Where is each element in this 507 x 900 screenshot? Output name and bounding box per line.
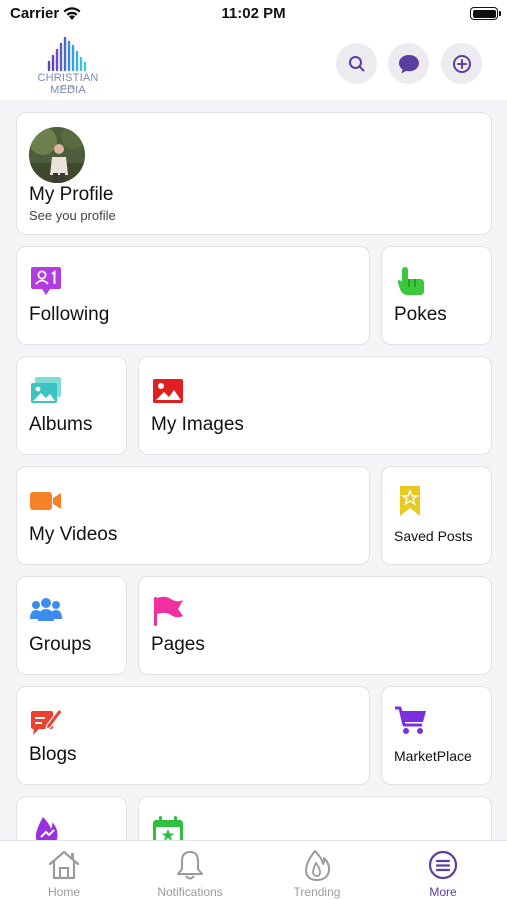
pokes-card[interactable]: Pokes	[381, 246, 492, 345]
events-card[interactable]	[138, 796, 492, 840]
groups-icon	[30, 598, 62, 621]
add-button[interactable]	[441, 43, 482, 84]
tab-home-label: Home	[47, 885, 80, 899]
blogs-label: Blogs	[29, 744, 77, 765]
profile-name: My Profile	[29, 184, 114, 205]
marketplace-label: MarketPlace	[394, 748, 472, 764]
pages-label: Pages	[151, 634, 205, 655]
my-images-label: My Images	[151, 414, 244, 435]
my-images-card[interactable]: My Images	[138, 356, 492, 455]
tab-more-label: More	[429, 885, 457, 899]
flame-icon	[305, 850, 331, 881]
bell-icon	[177, 851, 203, 880]
app-logo[interactable]: CHRISTIAN MEDIA CLUB	[18, 34, 118, 96]
blogs-card[interactable]: Blogs	[16, 686, 370, 785]
logo-bars-icon	[47, 36, 87, 72]
flame-purple-icon	[35, 817, 58, 840]
pages-card[interactable]: Pages	[138, 576, 492, 675]
video-camera-icon	[30, 492, 61, 510]
tab-home[interactable]: Home	[1, 841, 127, 900]
search-icon	[348, 55, 364, 71]
flag-icon	[154, 596, 183, 626]
tab-more[interactable]: More	[380, 841, 506, 900]
avatar	[29, 127, 85, 183]
image-icon	[153, 379, 183, 403]
following-label: Following	[29, 304, 110, 325]
tab-notifications-label: Notifications	[157, 885, 223, 899]
status-bar: Carrier 11:02 PM	[0, 0, 507, 30]
saved-posts-label: Saved Posts	[394, 528, 473, 544]
my-videos-card[interactable]: My Videos	[16, 466, 370, 565]
logo-subtext: CLUB	[61, 85, 75, 91]
tab-trending[interactable]: Trending	[254, 841, 380, 900]
saved-posts-card[interactable]: Saved Posts	[381, 466, 492, 565]
add-circle-icon	[452, 54, 471, 73]
home-icon	[48, 850, 80, 880]
my-profile-card[interactable]: My Profile See you profile	[16, 112, 492, 235]
groups-card[interactable]: Groups	[16, 576, 127, 675]
marketplace-card[interactable]: MarketPlace	[381, 686, 492, 785]
app-header: CHRISTIAN MEDIA CLUB	[0, 30, 507, 100]
messages-button[interactable]	[388, 43, 429, 84]
profile-subtitle: See you profile	[29, 208, 116, 223]
following-card[interactable]: Following	[16, 246, 370, 345]
pointing-hand-icon	[397, 267, 424, 295]
my-videos-label: My Videos	[29, 524, 118, 545]
pokes-label: Pokes	[394, 304, 447, 325]
albums-card[interactable]: Albums	[16, 356, 127, 455]
following-icon	[31, 267, 61, 295]
battery-icon	[470, 7, 501, 20]
albums-label: Albums	[29, 414, 93, 435]
albums-icon	[31, 377, 61, 403]
blog-edit-icon	[31, 708, 63, 735]
funding-card[interactable]	[16, 796, 127, 840]
bookmark-icon	[400, 486, 420, 516]
tab-trending-label: Trending	[293, 885, 341, 899]
menu-icon	[428, 850, 458, 880]
more-menu-grid: My Profile See you profile Following Pok…	[0, 100, 507, 840]
bottom-tab-bar: Home Notifications Trending More	[0, 840, 507, 900]
tab-notifications[interactable]: Notifications	[127, 841, 253, 900]
search-button[interactable]	[336, 43, 377, 84]
logo-text: CHRISTIAN MEDIA	[37, 72, 99, 96]
chat-icon	[398, 54, 419, 73]
shopping-cart-icon	[395, 706, 426, 734]
status-time: 11:02 PM	[221, 5, 286, 22]
groups-label: Groups	[29, 634, 92, 655]
calendar-icon	[153, 816, 183, 840]
